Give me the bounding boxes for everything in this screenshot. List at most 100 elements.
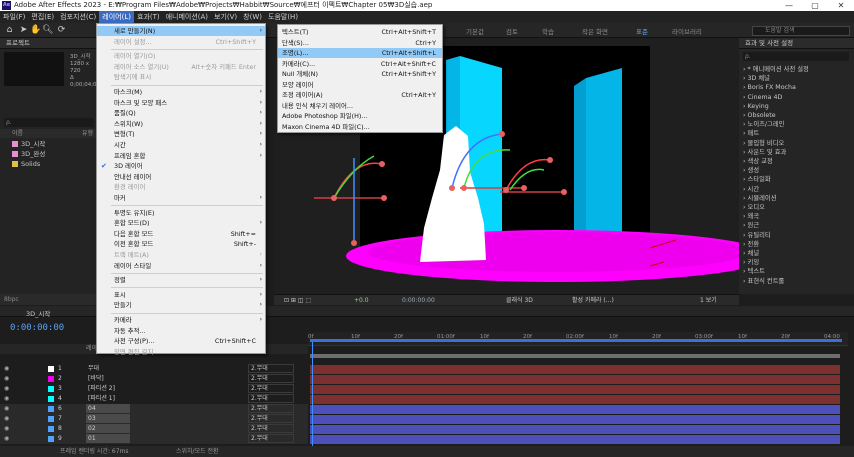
viewer-toggle-icons[interactable]: ⊡ ⊞ ◫ ⬚ (284, 295, 311, 306)
layer-menu-item[interactable]: 혼합 모드(D) › (97, 218, 265, 228)
eye-icon[interactable]: ◉ (4, 424, 9, 434)
view-select[interactable]: 1 보기 (700, 295, 717, 306)
menu-8[interactable]: 도움말(H) (265, 11, 301, 23)
workspace-review[interactable]: 검토 (506, 26, 518, 36)
current-time[interactable]: 0:00:00:00 (402, 295, 435, 306)
playhead[interactable] (312, 342, 313, 446)
layer-menu-item[interactable]: 마스크 및 모양 패스 › (97, 98, 265, 108)
menu-0[interactable]: 파일(F) (0, 11, 28, 23)
layer-name[interactable]: 04 (86, 404, 130, 413)
new-menu-item[interactable]: 조정 레이어(A) Ctrl+Alt+Y (278, 90, 442, 100)
layer-menu-item[interactable]: 투명도 유지(E) (97, 208, 265, 218)
layer-menu-item[interactable]: 이전 혼합 모드 Shift+- (97, 239, 265, 249)
parent-select[interactable]: 2.무대 (248, 374, 294, 383)
layer-duration-bar[interactable] (310, 374, 840, 384)
label-color[interactable] (48, 396, 54, 402)
project-search-input[interactable]: ρ. (4, 118, 94, 127)
help-search-input[interactable]: 도움말 검색 (752, 26, 850, 36)
parent-select[interactable]: 2.무대 (248, 424, 294, 433)
layer-menu-item[interactable]: 3D 레이어 ✔ (97, 161, 265, 171)
new-menu-item[interactable]: 내용 인식 채우기 레이어... (278, 101, 442, 111)
layer-duration-bar[interactable] (310, 404, 840, 414)
label-color[interactable] (48, 416, 54, 422)
layer-name[interactable]: [파티션 1] (86, 394, 130, 403)
layer-menu-item[interactable]: 자동 추적... (97, 326, 265, 336)
parent-select[interactable]: 2.무대 (248, 404, 294, 413)
layer-menu-item[interactable]: 새로 만들기(N) › (97, 26, 265, 36)
timeline-comp-tab[interactable]: 3D_시작 (26, 308, 50, 318)
project-item[interactable]: Solids (0, 160, 97, 169)
effect-category[interactable]: › 표현식 컨트롤 (743, 277, 784, 287)
zoom-tool-icon[interactable]: 🔍︎ (42, 25, 53, 36)
new-menu-item[interactable]: 모양 레이어 (278, 80, 442, 90)
workspace-standard[interactable]: 표준 (636, 26, 648, 36)
label-color[interactable] (48, 386, 54, 392)
parent-select[interactable]: 2.무대 (248, 394, 294, 403)
layer-menu-item[interactable]: 레이어 스타일 › (97, 261, 265, 271)
camera-select[interactable]: 활성 카메라 (...) (572, 295, 614, 306)
eye-icon[interactable]: ◉ (4, 364, 9, 374)
layer-name[interactable]: 03 (86, 414, 130, 423)
layer-menu-item[interactable]: 안내선 레이어 (97, 172, 265, 182)
timeline-layer-row[interactable]: ◉ 4 [파티션 1] 2.무대 (0, 394, 308, 404)
layer-duration-bar[interactable] (310, 394, 840, 404)
parent-select[interactable]: 2.무대 (248, 384, 294, 393)
hand-tool-icon[interactable]: ✋ (30, 25, 41, 36)
layer-menu-item[interactable]: 변형(T) › (97, 129, 265, 139)
parent-select[interactable]: 2.무대 (248, 434, 294, 443)
eye-icon[interactable]: ◉ (4, 394, 9, 404)
layer-name[interactable]: 무대 (86, 364, 130, 373)
eye-icon[interactable]: ◉ (4, 384, 9, 394)
time-ruler[interactable]: 0f 10f 20f 01:00f 10f 20f 02:00f 10f 20f 03:00f 10… (308, 332, 848, 346)
layer-menu-item[interactable]: 마스크(M) › (97, 87, 265, 97)
layer-menu-item[interactable]: 표시 › (97, 290, 265, 300)
layer-name[interactable]: [바닥] (86, 374, 130, 383)
new-menu-item[interactable]: Null 개체(N) Ctrl+Alt+Shift+Y (278, 69, 442, 79)
menu-2[interactable]: 컴포지션(C) (57, 11, 99, 23)
switch-mode-toggle[interactable]: 스위치/모드 전환 (176, 446, 219, 457)
project-item[interactable]: 3D_시작 (0, 140, 97, 149)
timeline-layer-row[interactable]: ◉ 9 01 2.무대 (0, 434, 308, 444)
timeline-layer-row[interactable]: ◉ 2 [바닥] 2.무대 (0, 374, 308, 384)
col-type[interactable]: 유형 (82, 129, 93, 138)
workspace-small-screen[interactable]: 작은 화면 (582, 26, 608, 36)
timeline-layer-row[interactable]: ◉ 3 [파티션 2] 2.무대 (0, 384, 308, 394)
menu-7[interactable]: 창(W) (240, 11, 265, 23)
project-item[interactable]: 3D_완성 (0, 150, 97, 159)
layer-name[interactable]: [파티션 2] (86, 384, 130, 393)
layer-duration-bar[interactable] (310, 424, 840, 434)
label-color[interactable] (48, 376, 54, 382)
layer-menu-item[interactable]: 시간 › (97, 140, 265, 150)
label-color[interactable] (48, 366, 54, 372)
new-menu-item[interactable]: 단색(S)... Ctrl+Y (278, 38, 442, 48)
layer-menu-item[interactable]: 만들기 › (97, 300, 265, 310)
new-menu-item[interactable]: 텍스트(T) Ctrl+Alt+Shift+T (278, 27, 442, 37)
parent-select[interactable]: 2.무대 (248, 364, 294, 373)
layer-name[interactable]: 02 (86, 424, 130, 433)
layer-menu-item[interactable]: 사전 구성(P)... Ctrl+Shift+C (97, 336, 265, 346)
timeline-layer-row[interactable]: ◉ 7 03 2.무대 (0, 414, 308, 424)
layer-menu-item[interactable]: 정렬 › (97, 275, 265, 285)
layer-menu-item[interactable]: 프레임 혼합 › (97, 151, 265, 161)
layer-duration-bar[interactable] (310, 384, 840, 394)
eye-icon[interactable]: ◉ (4, 374, 9, 384)
renderer-select[interactable]: 클래식 3D (506, 295, 533, 306)
layer-menu-item[interactable]: 스위치(W) › (97, 119, 265, 129)
workspace-library[interactable]: 라이브러리 (672, 26, 702, 36)
effects-search-input[interactable]: ρ. (743, 52, 849, 61)
layer-duration-bar[interactable] (310, 434, 840, 444)
col-name[interactable]: 이름 (12, 129, 23, 138)
selection-tool-icon[interactable]: ➤ (18, 25, 29, 36)
exposure-value[interactable]: +0.0 (354, 295, 369, 306)
minimize-button[interactable]: — (776, 0, 802, 11)
new-menu-item[interactable]: 조명(L)... Ctrl+Alt+Shift+L (278, 48, 442, 58)
label-color[interactable] (48, 436, 54, 442)
home-icon[interactable]: ⌂ (4, 25, 15, 36)
eye-icon[interactable]: ◉ (4, 404, 9, 414)
new-menu-item[interactable]: 카메라(C)... Ctrl+Alt+Shift+C (278, 59, 442, 69)
workspace-learn[interactable]: 학습 (542, 26, 554, 36)
label-color[interactable] (48, 406, 54, 412)
layer-menu-item[interactable]: 품질(Q) › (97, 108, 265, 118)
layer-duration-bar[interactable] (310, 414, 840, 424)
new-menu-item[interactable]: Adobe Photoshop 파일(H)... (278, 111, 442, 121)
